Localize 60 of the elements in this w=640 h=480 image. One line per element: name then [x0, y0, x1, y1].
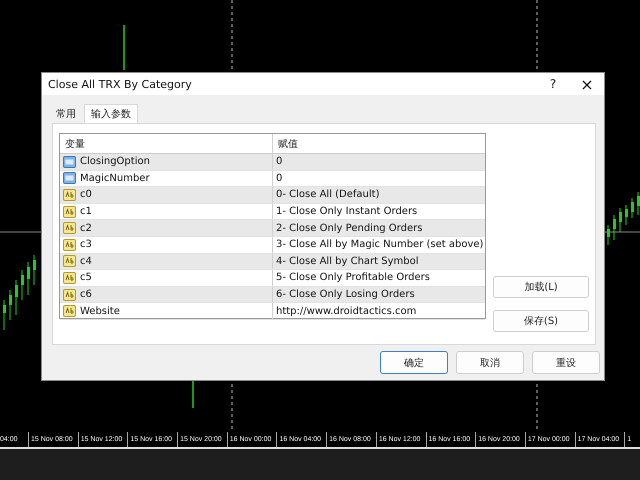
tab[interactable]: 常用: [50, 104, 82, 123]
parameter-name: c2: [80, 222, 92, 234]
parameter-value: 0: [276, 156, 282, 168]
parameter-name: ClosingOption: [80, 156, 150, 168]
parameter-name: c0: [80, 189, 92, 200]
close-button[interactable]: ×: [570, 73, 604, 95]
string-type-icon: [63, 222, 76, 234]
parameter-value: 0- Close All (Default): [276, 189, 380, 200]
table-row[interactable]: ClosingOption 0: [60, 154, 485, 171]
parameter-name: MagicNumber: [80, 172, 150, 184]
table-row[interactable]: c2 2- Close Only Pending Orders: [60, 220, 485, 237]
table-row[interactable]: c4 4- Close All by Chart Symbol: [60, 254, 485, 270]
integer-type-icon: [63, 156, 76, 168]
candle: [607, 224, 610, 246]
candle: [15, 280, 18, 316]
candle: [33, 254, 36, 286]
parameter-value: 2- Close Only Pending Orders: [276, 222, 422, 234]
candle: [619, 208, 622, 232]
help-button[interactable]: ?: [536, 73, 570, 95]
string-type-icon: [63, 206, 76, 218]
candle: [631, 198, 634, 218]
parameter-value: 3- Close All by Magic Number (set above): [276, 239, 484, 250]
string-type-icon: [63, 238, 76, 251]
parameter-name: c5: [80, 272, 92, 284]
parameter-value: 6- Close Only Losing Orders: [276, 289, 415, 300]
parameter-value: http://www.droidtactics.com: [276, 306, 416, 317]
side-button[interactable]: 加载(L): [493, 276, 589, 298]
parameter-value: 0: [276, 172, 282, 184]
candle: [27, 262, 30, 296]
string-type-icon: [63, 305, 76, 318]
candle: [9, 290, 12, 320]
table-row[interactable]: Website http://www.droidtactics.com: [60, 303, 485, 320]
column-header[interactable]: 变量: [60, 134, 273, 153]
candle: [637, 192, 640, 216]
parameter-name: c6: [80, 289, 92, 300]
parameter-name: c4: [80, 256, 92, 267]
table-row[interactable]: c0 0- Close All (Default): [60, 187, 485, 204]
parameter-name: c3: [80, 239, 92, 250]
window-title: Close All TRX By Category: [48, 78, 193, 90]
candle: [21, 270, 24, 300]
column-header[interactable]: 赋值: [273, 134, 485, 153]
tab[interactable]: 输入参数: [84, 104, 138, 123]
parameter-value: 1- Close Only Instant Orders: [276, 206, 418, 218]
integer-type-icon: [63, 172, 76, 184]
dialog-button[interactable]: 重设: [532, 351, 600, 374]
string-type-icon: [63, 288, 76, 301]
parameter-name: c1: [80, 206, 92, 218]
dialog-button[interactable]: 取消: [456, 351, 524, 374]
side-button[interactable]: 保存(S): [493, 310, 589, 332]
string-type-icon: [63, 255, 76, 268]
table-row[interactable]: c6 6- Close Only Losing Orders: [60, 286, 485, 304]
parameter-name: Website: [80, 306, 120, 317]
string-type-icon: [63, 272, 76, 284]
parameter-value: 5- Close Only Profitable Orders: [276, 272, 430, 284]
candle: [625, 204, 628, 226]
candle: [613, 214, 616, 240]
dialog-button[interactable]: 确定: [380, 351, 448, 374]
candle: [3, 300, 6, 330]
string-type-icon: [63, 188, 76, 201]
parameter-value: 4- Close All by Chart Symbol: [276, 256, 418, 267]
